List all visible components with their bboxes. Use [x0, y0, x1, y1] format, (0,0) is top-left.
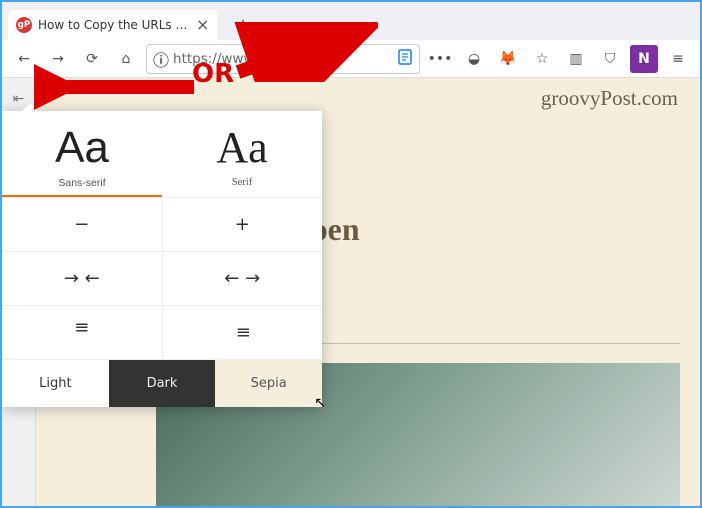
- pocket-icon: ◒: [468, 51, 480, 67]
- library-icon: ▥: [569, 51, 582, 67]
- content-width-narrow[interactable]: → ←: [2, 252, 162, 305]
- back-icon: ←: [18, 51, 30, 67]
- reader-view-icon[interactable]: [397, 49, 413, 69]
- onenote-icon: N: [638, 51, 650, 67]
- font-serif-glyph: Aa: [162, 125, 322, 171]
- annotation-arrow-right: [228, 22, 378, 82]
- menu-icon: ≡: [672, 51, 684, 67]
- annotation-arrow-left: [34, 60, 204, 115]
- tab-favicon: gP: [16, 17, 32, 33]
- annotation-or-label: OR: [192, 59, 234, 89]
- theme-sepia[interactable]: Sepia: [215, 360, 322, 407]
- pocket-button[interactable]: ◒: [460, 45, 488, 73]
- bookmark-button[interactable]: ☆: [528, 45, 556, 73]
- content-area: ⇤ Aa ⫴ ◒ groovyPost.com URLs From All Op…: [2, 78, 700, 506]
- content-width-wide[interactable]: ← →: [162, 252, 323, 305]
- tab-active[interactable]: gP How to Copy the URLs From All ×: [8, 10, 217, 40]
- font-option-serif[interactable]: Aa Serif: [162, 111, 322, 195]
- library-button[interactable]: ▥: [562, 45, 590, 73]
- site-brand: groovyPost.com: [541, 86, 678, 111]
- more-icon: •••: [428, 51, 453, 67]
- font-serif-label: Serif: [162, 177, 322, 188]
- page-actions-button[interactable]: •••: [426, 45, 454, 73]
- firefox-account-button[interactable]: 🦊: [494, 45, 522, 73]
- menu-button[interactable]: ≡: [664, 45, 692, 73]
- line-height-loose[interactable]: ≡: [162, 306, 323, 359]
- type-controls-panel: Aa Sans-serif Aa Serif − + → ← ← → ≡ ≡: [2, 111, 322, 407]
- shield-icon: ⛉: [605, 51, 616, 67]
- tab-close-icon[interactable]: ×: [196, 17, 209, 33]
- font-sans-glyph: Aa: [2, 125, 162, 171]
- font-size-decrease[interactable]: −: [2, 198, 162, 251]
- firefox-icon: 🦊: [499, 51, 516, 67]
- line-height-tight[interactable]: ≡: [2, 306, 162, 359]
- font-sans-label: Sans-serif: [2, 177, 162, 189]
- cursor-icon: ↖: [314, 395, 326, 411]
- font-option-sans[interactable]: Aa Sans-serif: [2, 111, 162, 195]
- theme-light[interactable]: Light: [2, 360, 109, 407]
- theme-dark[interactable]: Dark: [109, 360, 216, 407]
- onenote-button[interactable]: N: [630, 45, 658, 73]
- shield-button[interactable]: ⛉: [596, 45, 624, 73]
- star-icon: ☆: [536, 51, 549, 67]
- font-size-increase[interactable]: +: [162, 198, 323, 251]
- tab-title: How to Copy the URLs From All: [38, 18, 188, 32]
